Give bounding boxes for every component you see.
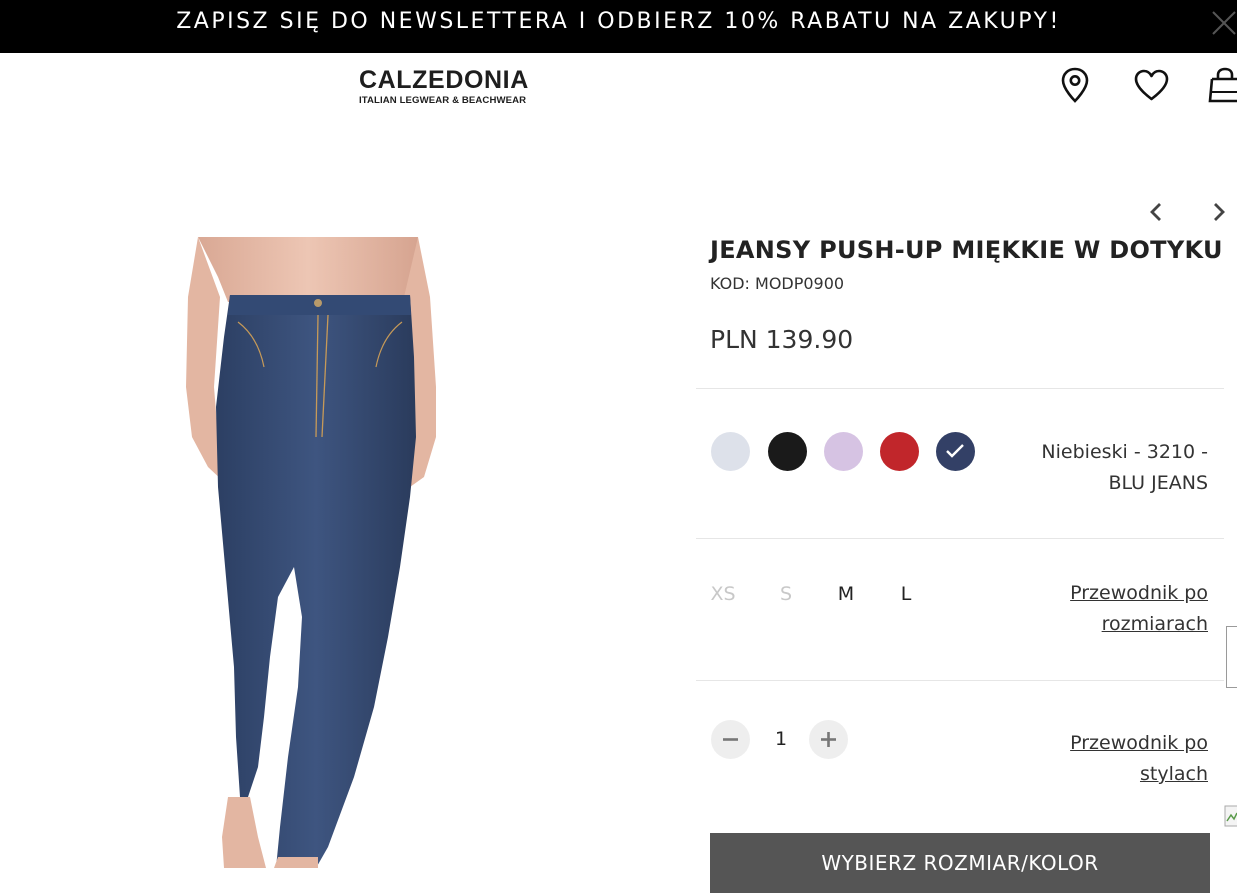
color-swatch-black[interactable]	[768, 432, 807, 471]
size-guide-link[interactable]: Przewodnik po rozmiarach	[1008, 578, 1208, 640]
style-guide-line-1: Przewodnik po	[1070, 732, 1208, 754]
heart-icon[interactable]	[1133, 68, 1170, 102]
quantity-decrease-button[interactable]	[711, 720, 750, 759]
location-pin-icon[interactable]	[1060, 66, 1090, 104]
size-option-s[interactable]: S	[771, 583, 801, 605]
quantity-value[interactable]: 1	[770, 728, 792, 750]
select-size-color-button[interactable]: WYBIERZ ROZMIAR/KOLOR	[710, 833, 1210, 893]
plus-icon	[821, 732, 836, 747]
product-price: PLN 139.90	[710, 325, 854, 354]
product-code: KOD: MODP0900	[710, 274, 845, 293]
color-swatch-light-grey[interactable]	[711, 432, 750, 471]
divider	[696, 538, 1224, 539]
size-guide-line-1: Przewodnik po	[1070, 582, 1208, 604]
size-option-xs[interactable]: XS	[708, 583, 738, 605]
shopping-bag-icon[interactable]	[1208, 66, 1237, 104]
side-feedback-tab[interactable]	[1226, 626, 1237, 688]
minus-icon	[723, 738, 738, 741]
selected-color-name: Niebieski - 3210 - BLU JEANS	[1008, 437, 1208, 499]
product-title: JEANSY PUSH-UP MIĘKKIE W DOTYKU	[710, 236, 1223, 264]
checkmark-icon	[946, 444, 964, 458]
newsletter-promo-bar[interactable]: ZAPISZ SIĘ DO NEWSLETTERA I ODBIERZ 10% …	[0, 0, 1237, 53]
previous-product-arrow-icon[interactable]	[1145, 200, 1167, 224]
size-option-l[interactable]: L	[891, 583, 921, 605]
size-guide-line-2: rozmiarach	[1101, 613, 1208, 635]
color-swatch-navy-selected[interactable]	[936, 432, 975, 471]
brand-tagline: ITALIAN LEGWEAR & BEACHWEAR	[359, 95, 527, 106]
style-guide-link[interactable]: Przewodnik po stylach	[1008, 728, 1208, 790]
selected-color-line-2: BLU JEANS	[1108, 472, 1209, 494]
divider	[696, 680, 1224, 681]
color-swatch-red[interactable]	[880, 432, 919, 471]
selected-color-line-1: Niebieski - 3210 -	[1041, 441, 1208, 463]
color-swatch-lilac[interactable]	[824, 432, 863, 471]
product-image	[186, 237, 436, 868]
next-product-arrow-icon[interactable]	[1208, 200, 1230, 224]
brand-name: CALZEDONIA	[359, 66, 529, 94]
promo-text: ZAPISZ SIĘ DO NEWSLETTERA I ODBIERZ 10% …	[176, 9, 1061, 34]
close-icon[interactable]	[1209, 6, 1237, 36]
quantity-increase-button[interactable]	[809, 720, 848, 759]
divider	[696, 388, 1224, 389]
brand-logo[interactable]: CALZEDONIA ITALIAN LEGWEAR & BEACHWEAR	[359, 66, 529, 107]
broken-image-icon	[1224, 805, 1237, 827]
size-option-m[interactable]: M	[831, 583, 861, 605]
style-guide-line-2: stylach	[1139, 763, 1208, 785]
